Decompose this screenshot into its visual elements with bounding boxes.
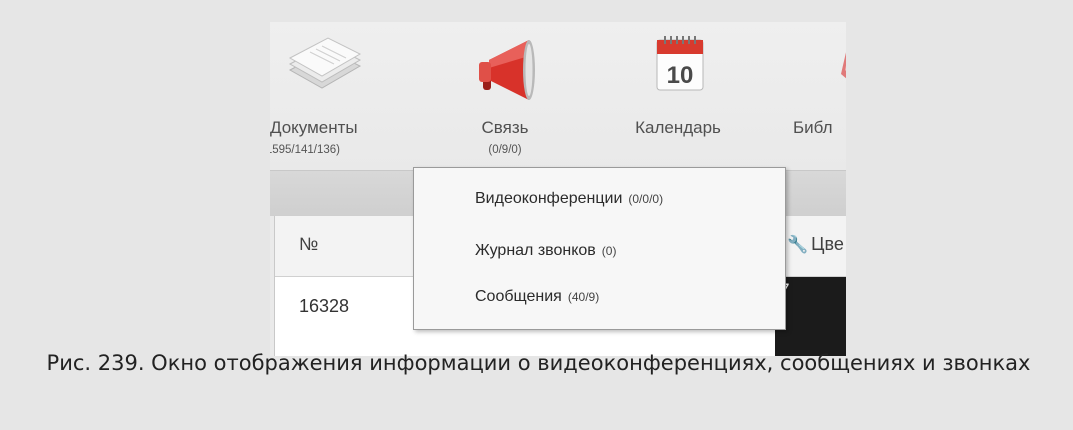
menu-item-count: (0/0/0) xyxy=(628,192,664,206)
toolbar-label-calendar: Календарь xyxy=(635,118,721,137)
toolbar-item-calendar[interactable]: 10 Календарь xyxy=(610,22,746,170)
toolbar-count-documents: (1595/141/136) xyxy=(270,144,341,156)
library-icon xyxy=(841,52,846,79)
calendar-day: 10 xyxy=(667,62,694,89)
menu-item-videoconferences[interactable]: Видеоконференции (0/0/0) xyxy=(475,190,663,208)
menu-item-count: (0) xyxy=(601,244,617,258)
menu-item-call-log[interactable]: Журнал звонков (0) xyxy=(475,242,616,260)
toolbar-count-communication: (0/9/0) xyxy=(488,144,522,156)
menu-item-label: Видеоконференции xyxy=(475,190,623,207)
menu-item-label: Сообщения xyxy=(475,288,562,305)
toolbar-item-communication[interactable]: Связь (0/9/0) xyxy=(455,22,555,170)
app-screenshot: Документы (1595/141/136) Связь (0/9/0) xyxy=(270,22,846,356)
communication-dropdown-menu: Видеоконференции (0/0/0) Журнал звонков (0… xyxy=(413,167,786,330)
toolbar-label-library: Библ xyxy=(793,118,833,137)
figure-caption: Рис. 239. Окно отображения информации о … xyxy=(46,351,1031,375)
toolbar-item-library[interactable]: Библ xyxy=(775,22,846,170)
documents-icon xyxy=(288,37,362,89)
column-header-number[interactable]: № xyxy=(299,234,318,255)
column-header-color[interactable]: 🔧 Цве xyxy=(787,234,844,255)
cell-number: 16328 xyxy=(299,296,350,316)
main-toolbar: Документы (1595/141/136) Связь (0/9/0) xyxy=(270,22,846,170)
column-icon: 🔧 xyxy=(787,235,809,254)
toolbar-label-documents: Документы xyxy=(270,118,358,137)
toolbar-label-communication: Связь xyxy=(481,118,529,137)
toolbar-item-documents[interactable]: Документы (1595/141/136) xyxy=(270,22,384,170)
menu-item-label: Журнал звонков xyxy=(475,242,596,259)
figure: Документы (1595/141/136) Связь (0/9/0) xyxy=(13,10,1064,422)
menu-item-messages[interactable]: Сообщения (40/9) xyxy=(475,288,599,306)
megaphone-icon xyxy=(479,40,535,100)
column-header-color-label: Цве xyxy=(811,234,844,254)
calendar-icon: 10 xyxy=(656,36,704,91)
menu-item-count: (40/9) xyxy=(567,290,600,304)
